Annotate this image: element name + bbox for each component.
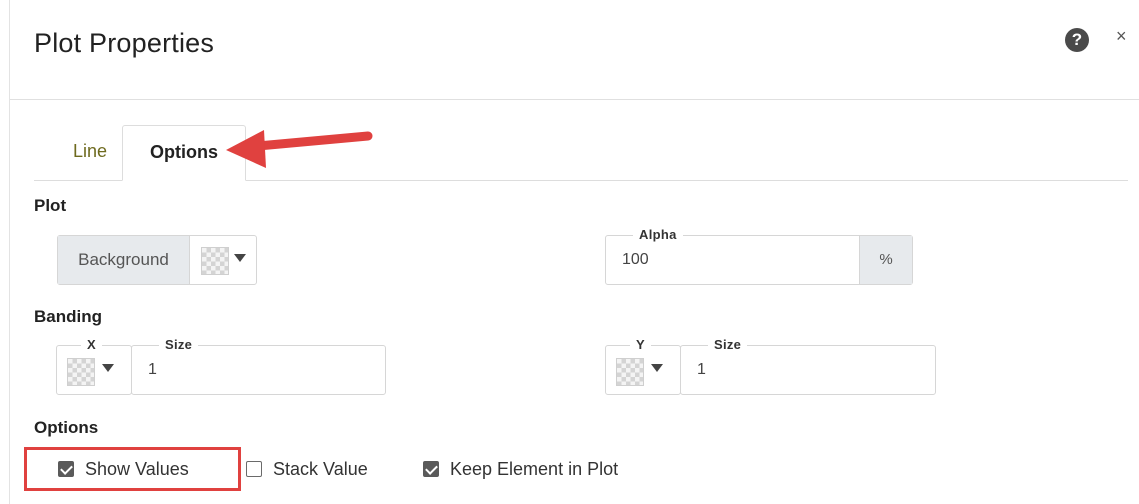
banding-x-label: X bbox=[81, 337, 102, 352]
pattern-swatch-icon bbox=[201, 247, 229, 275]
stack-value-label: Stack Value bbox=[273, 458, 368, 479]
banding-x-pattern-dropdown[interactable]: X bbox=[56, 337, 132, 395]
caret-down-icon bbox=[651, 364, 663, 372]
checkbox-checked-icon[interactable] bbox=[423, 461, 439, 477]
caret-down-icon bbox=[102, 364, 114, 372]
background-color-picker: Background bbox=[57, 235, 257, 285]
background-label: Background bbox=[58, 236, 190, 284]
stack-value-checkbox[interactable]: Stack Value bbox=[246, 455, 368, 483]
pattern-swatch-icon bbox=[67, 358, 95, 386]
annotation-arrow bbox=[226, 130, 373, 168]
alpha-percent-suffix: % bbox=[859, 236, 912, 284]
dialog-title: Plot Properties bbox=[34, 28, 215, 58]
checkbox-unchecked-icon[interactable] bbox=[246, 461, 262, 477]
annotation-highlight-box bbox=[24, 447, 241, 491]
banding-y-label: Y bbox=[630, 337, 651, 352]
keep-element-in-plot-checkbox[interactable]: Keep Element in Plot bbox=[423, 455, 618, 483]
background-pattern-dropdown[interactable] bbox=[189, 236, 256, 284]
banding-x-size-field: Size bbox=[131, 337, 386, 395]
pattern-swatch-icon bbox=[616, 358, 644, 386]
help-icon[interactable]: ? bbox=[1065, 28, 1089, 52]
banding-x-size-input[interactable] bbox=[148, 346, 326, 394]
banding-y-size-input[interactable] bbox=[697, 346, 875, 394]
keep-element-in-plot-label: Keep Element in Plot bbox=[450, 458, 619, 479]
close-icon[interactable]: × bbox=[1116, 26, 1127, 47]
plot-section-label: Plot bbox=[34, 196, 67, 215]
banding-section-label: Banding bbox=[34, 307, 102, 326]
banding-y-pattern-dropdown[interactable]: Y bbox=[605, 337, 681, 395]
banding-y-size-field: Size bbox=[680, 337, 936, 395]
header-divider bbox=[10, 99, 1139, 100]
alpha-input[interactable] bbox=[622, 236, 837, 284]
alpha-field: Alpha % bbox=[605, 227, 913, 285]
options-section-label: Options bbox=[34, 418, 99, 437]
caret-down-icon bbox=[234, 254, 246, 262]
tab-line[interactable]: Line bbox=[50, 125, 130, 180]
plot-properties-dialog: Plot Properties ? × Line Options Plot Ba… bbox=[9, 0, 1139, 504]
